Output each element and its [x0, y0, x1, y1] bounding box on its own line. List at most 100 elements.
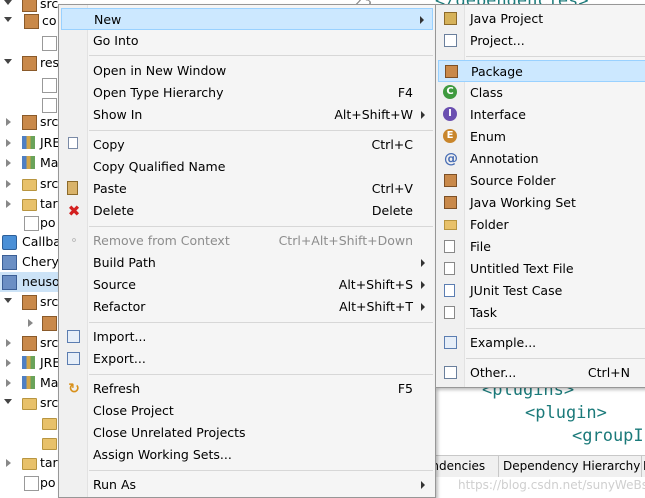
chevron-right-icon[interactable] [6, 379, 11, 387]
submenu-item-junit-test-case[interactable]: JUnit Test Case [438, 280, 645, 302]
project-icon [2, 255, 17, 270]
menu-item-label: New [94, 12, 122, 27]
menu-item-label: Source Folder [470, 173, 556, 188]
tree-item[interactable] [0, 313, 60, 333]
chevron-right-icon[interactable] [6, 359, 11, 367]
menu-item-label: Close Project [93, 403, 174, 418]
menu-item-export[interactable]: Export... [61, 348, 433, 370]
tree-item[interactable]: po [0, 213, 60, 233]
tree-item[interactable]: Ma [0, 373, 60, 393]
tree-item[interactable]: res [0, 53, 60, 73]
tree-item[interactable]: src [0, 333, 60, 353]
chevron-right-icon[interactable] [6, 459, 11, 467]
editor-tab-bar: endencies Dependency Hierarchy E [420, 455, 645, 478]
chevron-right-icon[interactable] [6, 159, 11, 167]
menu-item-copy-qualified-name[interactable]: Copy Qualified Name [61, 156, 433, 178]
menu-item-source[interactable]: Source Alt+Shift+S [61, 274, 433, 296]
menu-item-refactor[interactable]: Refactor Alt+Shift+T [61, 296, 433, 318]
chevron-down-icon[interactable] [4, 17, 12, 22]
paste-icon [67, 181, 78, 195]
submenu-item-example[interactable]: Example... [438, 332, 645, 354]
menu-separator [89, 226, 433, 227]
submenu-item-package[interactable]: Package [438, 60, 645, 82]
tree-item[interactable]: src [0, 292, 60, 312]
submenu-arrow-icon [420, 16, 424, 24]
submenu-arrow-icon [421, 481, 425, 489]
menu-item-assign-working-sets[interactable]: Assign Working Sets... [61, 444, 433, 466]
tree-item[interactable]: co [0, 11, 60, 31]
chevron-right-icon[interactable] [6, 118, 11, 126]
tree-item[interactable]: JRE [0, 133, 60, 153]
menu-item-delete[interactable]: ✖ Delete Delete [61, 200, 433, 222]
menu-item-copy[interactable]: Copy Ctrl+C [61, 134, 433, 156]
tree-item[interactable]: tar [0, 194, 60, 214]
menu-item-shortcut: F5 [397, 381, 413, 396]
tree-item-selected[interactable]: neuso [0, 272, 60, 292]
menu-item-show-in[interactable]: Show In Alt+Shift+W [61, 104, 433, 126]
submenu-item-interface[interactable]: I Interface [438, 104, 645, 126]
xml-line: <groupI [572, 426, 644, 446]
library-icon [22, 376, 35, 389]
submenu-item-java-working-set[interactable]: Java Working Set [438, 192, 645, 214]
submenu-item-untitled-text-file[interactable]: Untitled Text File [438, 258, 645, 280]
tab-effective-pom[interactable]: E [639, 456, 645, 477]
chevron-down-icon[interactable] [4, 298, 12, 303]
tree-item[interactable] [0, 433, 60, 453]
tree-item-label: src [40, 114, 59, 129]
tree-item[interactable]: tar [0, 453, 60, 473]
menu-item-label: Close Unrelated Projects [93, 425, 246, 440]
submenu-item-project[interactable]: Project... [438, 30, 645, 52]
tree-item[interactable]: Ma [0, 153, 60, 173]
tree-item[interactable]: po [0, 473, 60, 493]
menu-item-import[interactable]: Import... [61, 326, 433, 348]
submenu-item-task[interactable]: Task [438, 302, 645, 324]
tree-item[interactable]: src [0, 174, 60, 194]
menu-item-new[interactable]: New [61, 8, 433, 30]
submenu-item-other[interactable]: Other... Ctrl+N [438, 362, 645, 384]
folder-icon [22, 458, 37, 470]
tree-item[interactable]: src [0, 112, 60, 132]
menu-item-close-unrelated-projects[interactable]: Close Unrelated Projects [61, 422, 433, 444]
chevron-right-icon[interactable] [6, 180, 11, 188]
chevron-right-icon[interactable] [6, 200, 11, 208]
tree-item[interactable]: JRE [0, 353, 60, 373]
menu-item-run-as[interactable]: Run As [61, 474, 433, 496]
project-icon [2, 275, 17, 290]
tree-item[interactable] [0, 413, 60, 433]
tree-item[interactable]: Callba [0, 232, 60, 252]
submenu-item-enum[interactable]: E Enum [438, 126, 645, 148]
menu-item-build-path[interactable]: Build Path [61, 252, 433, 274]
menu-item-open-in-new-window[interactable]: Open in New Window [61, 60, 433, 82]
export-icon [67, 352, 80, 365]
submenu-arrow-icon [421, 281, 425, 289]
menu-item-close-project[interactable]: Close Project [61, 400, 433, 422]
tree-item[interactable]: Chery [0, 252, 60, 272]
submenu-item-annotation[interactable]: @ Annotation [438, 148, 645, 170]
submenu-item-java-project[interactable]: Java Project [438, 8, 645, 30]
submenu-item-class[interactable]: C Class [438, 82, 645, 104]
source-folder-icon [22, 56, 37, 71]
tree-item[interactable]: src [0, 393, 60, 413]
tree-item-label: po [40, 215, 56, 230]
submenu-item-source-folder[interactable]: Source Folder [438, 170, 645, 192]
chevron-right-icon[interactable] [6, 139, 11, 147]
tab-label: Dependency Hierarchy [503, 459, 641, 473]
submenu-item-folder[interactable]: Folder [438, 214, 645, 236]
source-folder-icon [22, 115, 37, 130]
menu-item-go-into[interactable]: Go Into [61, 30, 433, 52]
chevron-down-icon[interactable] [4, 0, 12, 5]
menu-item-remove-from-context[interactable]: ⚬ Remove from Context Ctrl+Alt+Shift+Dow… [61, 230, 433, 252]
tree-item[interactable] [0, 75, 60, 95]
menu-item-open-type-hierarchy[interactable]: Open Type Hierarchy F4 [61, 82, 433, 104]
chevron-right-icon[interactable] [6, 339, 11, 347]
tab-dependency-hierarchy[interactable]: Dependency Hierarchy [499, 456, 642, 477]
chevron-right-icon[interactable] [28, 319, 33, 327]
menu-item-refresh[interactable]: ↻ Refresh F5 [61, 378, 433, 400]
submenu-item-file[interactable]: File [438, 236, 645, 258]
package-icon [24, 14, 39, 29]
chevron-down-icon[interactable] [4, 399, 12, 404]
chevron-down-icon[interactable] [4, 59, 12, 64]
tree-item[interactable] [0, 33, 60, 53]
menu-item-paste[interactable]: Paste Ctrl+V [61, 178, 433, 200]
annotation-icon: @ [444, 151, 458, 167]
